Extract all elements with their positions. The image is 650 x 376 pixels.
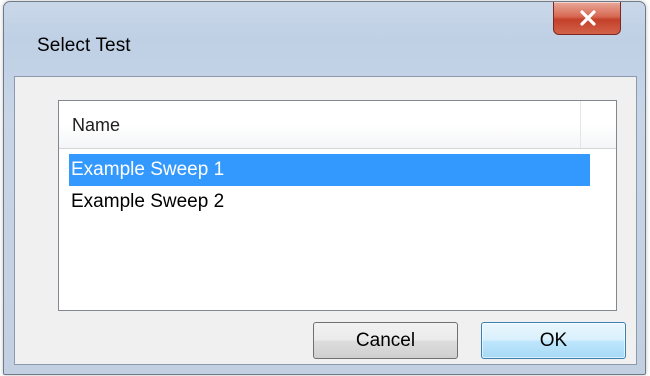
cancel-button[interactable]: Cancel — [313, 322, 458, 359]
list-item-label: Example Sweep 2 — [71, 191, 225, 212]
close-button[interactable] — [553, 2, 621, 35]
list-item-label: Example Sweep 1 — [71, 159, 225, 180]
column-header-label: Name — [72, 115, 121, 135]
list-header: Name — [59, 101, 616, 149]
column-header-name[interactable]: Name — [59, 101, 581, 148]
select-test-dialog: Select Test Name Example Sweep 1 Example… — [3, 1, 646, 375]
screen: Select Test Name Example Sweep 1 Example… — [0, 0, 650, 376]
dialog-body: Name Example Sweep 1 Example Sweep 2 Can… — [14, 76, 637, 365]
ok-button[interactable]: OK — [481, 322, 626, 359]
close-icon — [580, 10, 596, 26]
title-bar[interactable]: Select Test — [4, 2, 645, 56]
dialog-title: Select Test — [37, 35, 131, 56]
list-item[interactable]: Example Sweep 1 — [69, 154, 590, 186]
list-item[interactable]: Example Sweep 2 — [69, 186, 590, 218]
test-list[interactable]: Name Example Sweep 1 Example Sweep 2 — [58, 100, 617, 311]
